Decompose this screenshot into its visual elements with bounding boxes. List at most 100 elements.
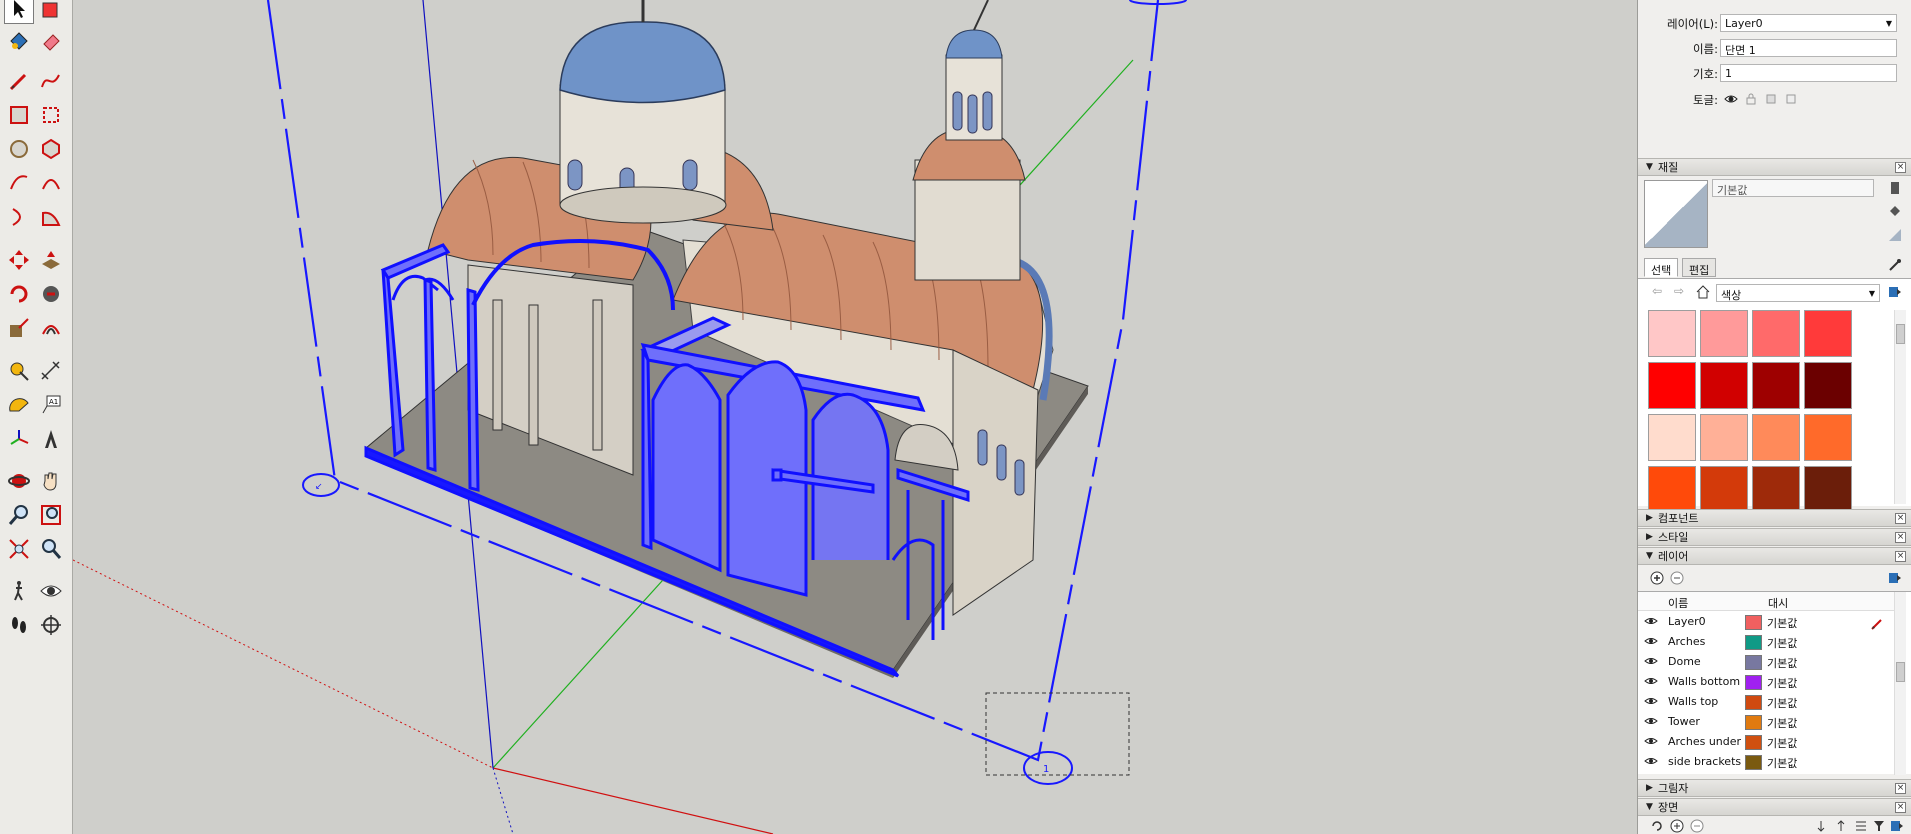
two-point-arc-icon[interactable] [36,168,66,198]
delete-layer-icon[interactable] [1670,571,1684,585]
layer-color-swatch[interactable] [1745,755,1762,770]
layer-dropdown[interactable]: Layer0 ▼ [1720,14,1897,32]
move-scene-down-icon[interactable] [1814,819,1828,833]
color-swatch[interactable] [1804,414,1852,461]
church-model[interactable] [364,0,1089,678]
layer-dash[interactable]: 기본값 [1767,695,1797,711]
details-arrow-icon[interactable] [1888,285,1902,299]
pencil-icon[interactable] [4,66,34,96]
polygon-icon[interactable] [36,134,66,164]
color-swatch[interactable] [1752,414,1800,461]
layer-dash[interactable]: 기본값 [1767,655,1797,671]
axes-icon[interactable] [4,424,34,454]
tab-edit[interactable]: 편집 [1682,258,1717,277]
paint-bucket-icon[interactable] [1888,204,1902,218]
color-swatch[interactable] [1648,466,1696,513]
close-icon[interactable]: × [1895,802,1906,813]
pie-icon[interactable] [36,202,66,232]
remove-scene-icon[interactable] [1690,819,1704,833]
zoom-extents-icon[interactable] [4,534,34,564]
forward-arrow-icon[interactable]: ⇨ [1674,284,1684,298]
symbol-field[interactable]: 1 [1720,64,1897,82]
close-icon[interactable]: × [1895,162,1906,173]
three-point-arc-icon[interactable] [4,202,34,232]
color-swatch[interactable] [1752,362,1800,409]
visibility-eye-icon[interactable] [1644,736,1658,746]
close-icon[interactable]: × [1895,783,1906,794]
look-around-icon[interactable] [36,576,66,606]
protractor-icon[interactable] [4,390,34,420]
color-swatch[interactable] [1648,310,1696,357]
layer-dash[interactable]: 기본값 [1767,635,1797,651]
color-swatch[interactable] [1700,362,1748,409]
layer-row[interactable]: Dome 기본값 [1638,652,1894,672]
library-dropdown[interactable]: 색상 ▼ [1716,284,1880,302]
color-swatch[interactable] [1648,362,1696,409]
shadows-section-header[interactable]: ▶ 그림자 × [1638,779,1911,797]
paint-bucket-icon[interactable] [36,0,66,24]
arc-icon[interactable] [4,168,34,198]
details-arrow-icon[interactable] [1888,571,1902,585]
layer-dash[interactable]: 기본값 [1767,675,1797,691]
visibility-eye-icon[interactable] [1644,616,1658,626]
layer-color-swatch[interactable] [1745,635,1762,650]
layer-row[interactable]: Arches under 기본값 [1638,732,1894,752]
layer-row[interactable]: Tower 기본값 [1638,712,1894,732]
visibility-eye-icon[interactable] [1644,716,1658,726]
layer-dash[interactable]: 기본값 [1767,615,1797,631]
layer-color-swatch[interactable] [1745,695,1762,710]
zoom-window-icon[interactable] [36,500,66,530]
details-arrow-icon[interactable] [1890,819,1904,833]
create-material-icon[interactable] [1888,181,1902,195]
visibility-eye-icon[interactable] [1644,696,1658,706]
rotated-rectangle-icon[interactable] [36,100,66,130]
components-section-header[interactable]: ▶ 컴포넌트 × [1638,509,1911,527]
layer-row[interactable]: Walls bottom 기본값 [1638,672,1894,692]
color-swatch[interactable] [1700,414,1748,461]
add-layer-icon[interactable] [1650,571,1664,585]
color-swatch[interactable] [1700,466,1748,513]
color-swatch[interactable] [1752,310,1800,357]
freehand-icon[interactable] [36,66,66,96]
layer-dash[interactable]: 기본값 [1767,715,1797,731]
paint-bucket-icon[interactable] [4,26,34,56]
scenes-section-header[interactable]: ▼ 장면 × [1638,798,1911,816]
rectangle-icon[interactable] [4,100,34,130]
visibility-eye-icon[interactable] [1644,656,1658,666]
materials-section-header[interactable]: ▼ 재질 × [1638,158,1911,176]
move-icon[interactable] [4,245,34,275]
name-field[interactable]: 단면 1 [1720,39,1897,57]
layer-dash[interactable]: 기본값 [1767,755,1797,771]
layer-row[interactable]: Layer0 기본값 [1638,612,1894,632]
scale-icon[interactable] [4,313,34,343]
color-swatch[interactable] [1804,466,1852,513]
layers-section-header[interactable]: ▼ 레이어 × [1638,547,1911,565]
visibility-eye-icon[interactable] [1644,756,1658,766]
push-pull-icon[interactable] [36,245,66,275]
eraser-icon[interactable] [36,26,66,56]
visibility-eye-icon[interactable] [1724,92,1738,106]
close-icon[interactable]: × [1895,551,1906,562]
follow-me-icon[interactable] [36,279,66,309]
section-plane-icon[interactable] [36,610,66,640]
modeling-viewport[interactable]: ↙ 1 [73,0,1637,834]
default-material-icon[interactable] [1888,228,1902,242]
home-icon[interactable] [1696,285,1710,299]
lock-icon[interactable] [1744,92,1758,106]
move-scene-up-icon[interactable] [1834,819,1848,833]
layer-color-swatch[interactable] [1745,735,1762,750]
tape-measure-icon[interactable] [4,356,34,386]
styles-section-header[interactable]: ▶ 스타일 × [1638,528,1911,546]
materials-scrollbar[interactable] [1894,310,1906,504]
visibility-eye-icon[interactable] [1644,676,1658,686]
column-name[interactable]: 이름 [1668,595,1688,611]
close-icon[interactable]: × [1895,513,1906,524]
text-icon[interactable]: A1 [36,390,66,420]
3d-text-icon[interactable] [36,424,66,454]
material-name-field[interactable]: 기본값 [1712,179,1874,197]
visibility-eye-icon[interactable] [1644,636,1658,646]
view-options-icon[interactable] [1854,819,1868,833]
previous-view-icon[interactable] [36,534,66,564]
tab-select[interactable]: 선택 [1644,258,1679,277]
layers-scrollbar[interactable] [1894,592,1906,775]
